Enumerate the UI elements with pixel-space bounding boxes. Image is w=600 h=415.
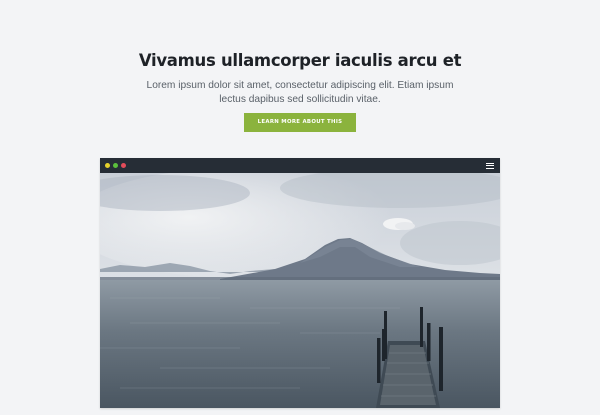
hero-image — [100, 173, 500, 408]
learn-more-button[interactable]: LEARN MORE ABOUT THIS — [244, 113, 356, 132]
hero-description: Lorem ipsum dolor sit amet, consectetur … — [146, 80, 454, 105]
hamburger-menu-icon[interactable] — [486, 162, 494, 170]
browser-title-bar — [100, 158, 500, 173]
hero-title: Vivamus ullamcorper iaculis arcu et — [138, 51, 462, 70]
browser-mockup — [100, 158, 500, 408]
lake-landscape-image — [100, 173, 500, 408]
window-dot-yellow — [105, 163, 110, 168]
window-dot-green — [113, 163, 118, 168]
window-dot-red — [121, 163, 126, 168]
